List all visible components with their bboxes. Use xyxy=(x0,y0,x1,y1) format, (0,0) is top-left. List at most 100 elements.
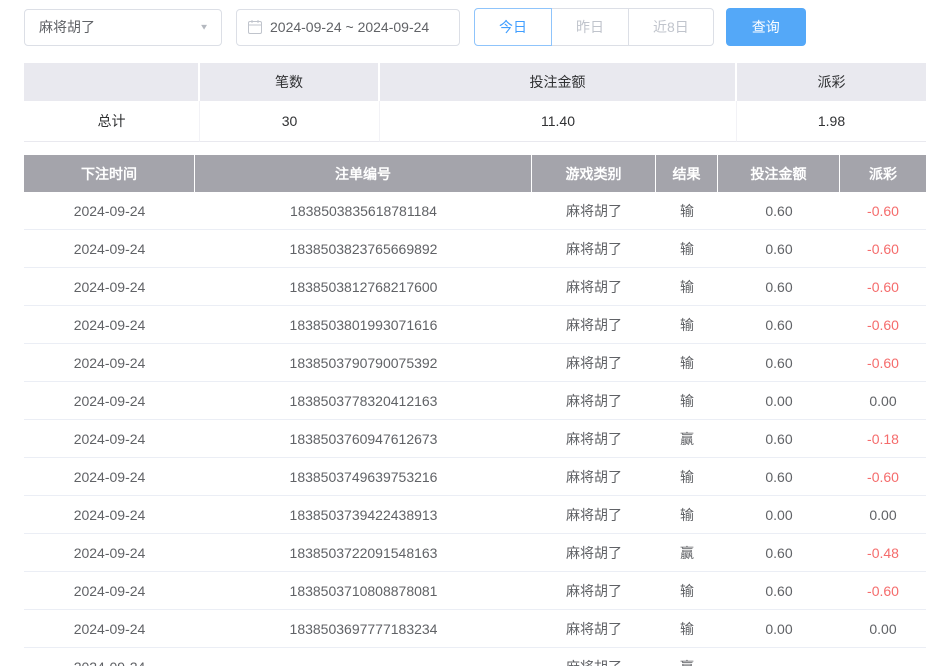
bet-time-cell: 2024-09-24 xyxy=(24,306,195,344)
summary-header-payout: 派彩 xyxy=(737,63,926,101)
table-row: 2024-09-24 1838503739422438913 麻将胡了 输 0.… xyxy=(24,496,926,534)
table-row: 2024-09-24 1838503790790075392 麻将胡了 输 0.… xyxy=(24,344,926,382)
calendar-icon xyxy=(247,19,263,35)
bet-table-body: 2024-09-24 1838503835618781184 麻将胡了 输 0.… xyxy=(24,192,926,666)
result-cell: 赢 xyxy=(656,648,718,666)
header-bet-id: 注单编号 xyxy=(195,155,532,192)
table-row: 2024-09-24 1838503823765669892 麻将胡了 输 0.… xyxy=(24,230,926,268)
yesterday-button[interactable]: 昨日 xyxy=(551,8,629,46)
result-cell: 输 xyxy=(656,496,718,534)
payout-cell: 0.00 xyxy=(840,496,926,534)
bet-table: 下注时间 注单编号 游戏类别 结果 投注金额 派彩 2024-09-24 183… xyxy=(24,155,926,666)
game-cell: 麻将胡了 xyxy=(532,496,656,534)
bet-amount-cell: 0.60 xyxy=(718,192,840,230)
header-result: 结果 xyxy=(656,155,718,192)
date-range-input[interactable]: 2024-09-24 ~ 2024-09-24 xyxy=(236,9,460,46)
chevron-down-icon: ▼ xyxy=(199,23,209,32)
bet-id-cell: 1838503790790075392 xyxy=(195,344,532,382)
result-cell: 输 xyxy=(656,458,718,496)
table-row: 2024-09-24 1838503722091548163 麻将胡了 赢 0.… xyxy=(24,534,926,572)
summary-count-value: 30 xyxy=(200,101,380,142)
bet-table-header-row: 下注时间 注单编号 游戏类别 结果 投注金额 派彩 xyxy=(24,155,926,192)
bet-amount-cell: 0.60 xyxy=(718,458,840,496)
game-select-value: 麻将胡了 xyxy=(39,17,95,37)
bet-time-cell: 2024-09-24 xyxy=(24,382,195,420)
summary-bet-amount-value: 11.40 xyxy=(380,101,737,142)
payout-cell: -0.60 xyxy=(840,572,926,610)
result-cell: 输 xyxy=(656,344,718,382)
bet-amount-cell: 0.00 xyxy=(718,496,840,534)
game-cell: 麻将胡了 xyxy=(532,230,656,268)
bet-id-cell: 1838503697777183234 xyxy=(195,610,532,648)
payout-cell: -0.60 xyxy=(840,344,926,382)
bet-time-cell: 2024-09-24 xyxy=(24,648,195,666)
bet-time-cell: 2024-09-24 xyxy=(24,610,195,648)
game-cell: 麻将胡了 xyxy=(532,572,656,610)
bet-amount-cell: 0.00 xyxy=(718,382,840,420)
game-cell: 麻将胡了 xyxy=(532,458,656,496)
payout-cell: -0.60 xyxy=(840,458,926,496)
bet-time-cell: 2024-09-24 xyxy=(24,572,195,610)
table-row: 2024-09-24 1838503812768217600 麻将胡了 输 0.… xyxy=(24,268,926,306)
bet-id-cell: 1838503823765669892 xyxy=(195,230,532,268)
bet-time-cell: 2024-09-24 xyxy=(24,420,195,458)
payout-cell: -0.60 xyxy=(840,192,926,230)
search-button[interactable]: 查询 xyxy=(726,8,806,46)
quick-date-button-group: 今日 昨日 近8日 xyxy=(474,8,714,46)
summary-table: 笔数 投注金额 派彩 总计 30 11.40 1.98 xyxy=(24,63,926,142)
header-payout: 派彩 xyxy=(840,155,926,192)
bet-amount-cell: 0.60 xyxy=(718,572,840,610)
result-cell: 赢 xyxy=(656,420,718,458)
bet-amount-cell: 0.60 xyxy=(718,534,840,572)
bet-time-cell: 2024-09-24 xyxy=(24,344,195,382)
summary-header-count: 笔数 xyxy=(200,63,380,101)
bet-id-cell xyxy=(195,648,532,666)
bet-id-cell: 1838503778320412163 xyxy=(195,382,532,420)
game-cell: 麻将胡了 xyxy=(532,344,656,382)
result-cell: 输 xyxy=(656,230,718,268)
bet-id-cell: 1838503739422438913 xyxy=(195,496,532,534)
game-select[interactable]: 麻将胡了 ▼ xyxy=(24,9,222,46)
result-cell: 输 xyxy=(656,610,718,648)
summary-payout-value: 1.98 xyxy=(737,101,926,142)
payout-cell: -0.48 xyxy=(840,534,926,572)
bet-time-cell: 2024-09-24 xyxy=(24,496,195,534)
header-game-category: 游戏类别 xyxy=(532,155,656,192)
game-cell: 麻将胡了 xyxy=(532,648,656,666)
result-cell: 输 xyxy=(656,268,718,306)
bet-time-cell: 2024-09-24 xyxy=(24,230,195,268)
summary-header-blank xyxy=(24,63,200,101)
table-row: 2024-09-24 1838503801993071616 麻将胡了 输 0.… xyxy=(24,306,926,344)
bet-amount-cell: 0.60 xyxy=(718,230,840,268)
filter-toolbar: 麻将胡了 ▼ 2024-09-24 ~ 2024-09-24 今日 昨日 近8日… xyxy=(0,0,950,46)
table-row: 2024-09-24 1838503760947612673 麻将胡了 赢 0.… xyxy=(24,420,926,458)
bet-time-cell: 2024-09-24 xyxy=(24,534,195,572)
bet-amount-cell: 0.00 xyxy=(718,610,840,648)
header-bet-time: 下注时间 xyxy=(24,155,195,192)
bet-amount-cell: 0.60 xyxy=(718,268,840,306)
payout-cell: -0.18 xyxy=(840,420,926,458)
game-cell: 麻将胡了 xyxy=(532,192,656,230)
summary-header-row: 笔数 投注金额 派彩 xyxy=(24,63,926,101)
bet-time-cell: 2024-09-24 xyxy=(24,268,195,306)
payout-cell: -0.60 xyxy=(840,268,926,306)
summary-total-label: 总计 xyxy=(24,101,200,142)
game-cell: 麻将胡了 xyxy=(532,420,656,458)
today-button[interactable]: 今日 xyxy=(474,8,552,46)
bet-id-cell: 1838503801993071616 xyxy=(195,306,532,344)
table-row: 2024-09-24 麻将胡了 赢 xyxy=(24,648,926,666)
date-range-value: 2024-09-24 ~ 2024-09-24 xyxy=(270,19,429,35)
payout-cell: -0.60 xyxy=(840,230,926,268)
payout-cell: -0.60 xyxy=(840,306,926,344)
summary-header-bet-amount: 投注金额 xyxy=(380,63,737,101)
summary-total-row: 总计 30 11.40 1.98 xyxy=(24,101,926,142)
result-cell: 输 xyxy=(656,192,718,230)
bet-amount-cell: 0.60 xyxy=(718,420,840,458)
bet-amount-cell: 0.60 xyxy=(718,344,840,382)
bet-id-cell: 1838503722091548163 xyxy=(195,534,532,572)
game-cell: 麻将胡了 xyxy=(532,610,656,648)
last-8-days-button[interactable]: 近8日 xyxy=(628,8,714,46)
payout-cell: 0.00 xyxy=(840,382,926,420)
bet-amount-cell xyxy=(718,648,840,666)
game-cell: 麻将胡了 xyxy=(532,382,656,420)
